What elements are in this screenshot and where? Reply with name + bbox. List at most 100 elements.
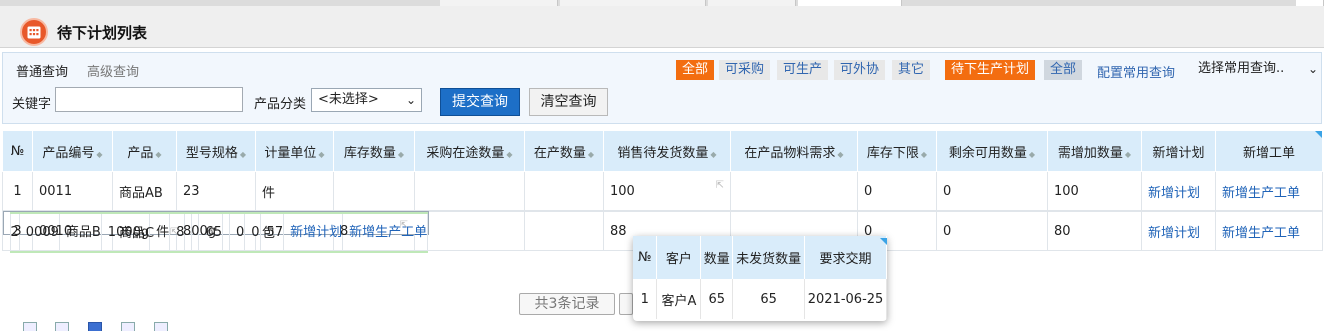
col-header[interactable]: 产品编号 ◆ bbox=[32, 130, 113, 172]
cell-unit: 件 bbox=[255, 171, 334, 211]
col-header-label: 新增计划 bbox=[1152, 145, 1205, 161]
page-titlebar: 待下计划列表 bbox=[0, 6, 1324, 48]
col-header[interactable]: 需增加数量 ◆ bbox=[1047, 130, 1142, 172]
col-header-label: 库存数量 bbox=[343, 145, 396, 161]
col-header[interactable]: 在产数量 ◆ bbox=[524, 130, 604, 172]
col-header-label: 在产数量 bbox=[533, 145, 586, 161]
clear-query-button[interactable]: 清空查询 bbox=[529, 88, 608, 116]
cell-index: 1 bbox=[2, 171, 33, 211]
keyword-label: 关键字 bbox=[12, 97, 52, 112]
popup-cell: 2021-06-25 bbox=[804, 279, 887, 319]
col-header[interactable]: 产品 ◆ bbox=[112, 130, 177, 172]
filter-producible[interactable]: 可生产 bbox=[777, 60, 829, 80]
category-label: 产品分类 bbox=[254, 97, 307, 112]
category-select[interactable]: <未选择> ⌄ bbox=[311, 88, 422, 112]
col-header-label: 产品编号 bbox=[42, 145, 95, 161]
popup-cell: 客户A bbox=[656, 279, 702, 319]
col-header[interactable]: 在产品物料需求 ◆ bbox=[730, 130, 858, 172]
add-plan-link[interactable]: 新增计划 bbox=[1141, 211, 1216, 251]
add-work-order-link[interactable]: 新增生产工单 bbox=[1215, 211, 1323, 251]
col-header-label: 产品 bbox=[127, 145, 154, 161]
popup-row[interactable]: 1 客户A 65 65 2021-06-25 bbox=[633, 279, 887, 319]
sort-icon: ◆ bbox=[920, 149, 928, 159]
col-header[interactable]: 销售待发货数量 ◆ bbox=[603, 130, 731, 172]
toolbar-icon[interactable] bbox=[23, 322, 37, 331]
chevron-down-icon: ⌄ bbox=[405, 93, 416, 107]
corner-marker-icon bbox=[880, 238, 887, 245]
filter-all[interactable]: 全部 bbox=[676, 60, 715, 80]
sort-icon: ◆ bbox=[837, 149, 844, 159]
keyword-input[interactable] bbox=[55, 87, 243, 112]
col-header[interactable]: 采购在途数量 ◆ bbox=[414, 130, 525, 172]
popup-col-header: 未发货数量 bbox=[732, 236, 806, 279]
page-title: 待下计划列表 bbox=[57, 24, 148, 42]
col-header-label: 计量单位 bbox=[264, 145, 317, 161]
filter-purchasable[interactable]: 可采购 bbox=[719, 60, 771, 80]
add-plan-link[interactable]: 新增计划 bbox=[1141, 171, 1216, 211]
sort-icon: ◆ bbox=[1028, 149, 1036, 159]
col-header-label: 型号规格 bbox=[185, 145, 238, 161]
popup-col-header: 客户 bbox=[656, 236, 702, 279]
cell-spec: 800g bbox=[176, 211, 256, 251]
col-header: 新增计划 bbox=[1141, 130, 1216, 172]
sort-icon: ◆ bbox=[96, 149, 103, 159]
col-header[interactable]: 型号规格 ◆ bbox=[176, 130, 256, 172]
popup-col-header: 要求交期 bbox=[804, 236, 887, 279]
cell-in-transit bbox=[414, 211, 525, 251]
filter-plan-all[interactable]: 全部 bbox=[1044, 60, 1083, 80]
cell-product: 商品C bbox=[112, 211, 177, 251]
table-row[interactable]: 1 0011 商品AB 23 件 100 ⇱ 0 0 100 新增计划 新增生产工… bbox=[2, 171, 1323, 211]
popup-cell: 65 bbox=[732, 279, 806, 319]
cell-stock bbox=[333, 171, 415, 211]
cell-in-production bbox=[524, 211, 604, 251]
cell-stock[interactable]: 8 ⇱ bbox=[333, 211, 415, 251]
col-header[interactable]: 计量单位 ◆ bbox=[255, 130, 334, 172]
filter-other[interactable]: 其它 bbox=[892, 60, 931, 80]
col-header: № bbox=[2, 130, 33, 172]
table-header-row: № 产品编号 ◆ 产品 ◆ 型号规格 ◆ 计量单位 ◆ 库存数量 ◆ 采购在途数量 ◆ 在产… bbox=[2, 130, 1323, 172]
col-header-label: 采购在途数量 bbox=[426, 145, 505, 161]
plan-table: № 产品编号 ◆ 产品 ◆ 型号规格 ◆ 计量单位 ◆ 库存数量 ◆ 采购在途数量 ◆ 在产… bbox=[2, 130, 1323, 253]
cell-needed: 100 bbox=[1047, 171, 1142, 211]
chevron-down-icon: ⌄ bbox=[1307, 62, 1318, 76]
page-size-button[interactable] bbox=[619, 293, 633, 315]
common-query-value: 选择常用查询.. bbox=[1198, 61, 1285, 76]
common-query-select[interactable]: 选择常用查询.. ⌄ bbox=[1192, 58, 1323, 82]
cell-index: 3 bbox=[2, 211, 33, 251]
cell-code: 0011 bbox=[32, 171, 113, 211]
col-header[interactable]: 库存下限 ◆ bbox=[857, 130, 937, 172]
popup-cell: 1 bbox=[633, 279, 658, 319]
sort-icon: ◆ bbox=[587, 149, 595, 159]
cell-pending-shipment[interactable]: 100 ⇱ bbox=[603, 171, 731, 211]
tab-basic-query[interactable]: 普通查询 bbox=[16, 61, 68, 80]
tab-advanced-query[interactable]: 高级查询 bbox=[87, 61, 139, 80]
col-header-label: 剩余可用数量 bbox=[948, 145, 1027, 161]
filter-outsourceable[interactable]: 可外协 bbox=[834, 60, 886, 80]
cell-unit: 包 bbox=[255, 211, 334, 251]
calendar-icon[interactable] bbox=[88, 322, 102, 331]
sort-icon: ◆ bbox=[318, 149, 325, 159]
add-work-order-link[interactable]: 新增生产工单 bbox=[1215, 171, 1323, 211]
cell-remaining: 0 bbox=[936, 171, 1048, 211]
sort-icon: ◆ bbox=[397, 149, 405, 159]
col-header[interactable]: 库存数量 ◆ bbox=[333, 130, 415, 172]
cell-needed: 80 bbox=[1047, 211, 1142, 251]
corner-marker-icon bbox=[1315, 131, 1322, 138]
sort-icon: ◆ bbox=[506, 149, 513, 159]
filter-pending-plan[interactable]: 待下生产计划 bbox=[945, 60, 1036, 80]
col-header[interactable]: 剩余可用数量 ◆ bbox=[936, 130, 1048, 172]
sort-icon: ◆ bbox=[155, 149, 162, 159]
cell-in-production bbox=[524, 171, 604, 211]
popup-table: № 客户 数量 未发货数量 要求交期 1 客户A 65 65 2021-06-2… bbox=[633, 236, 887, 319]
popup-header-row: № 客户 数量 未发货数量 要求交期 bbox=[633, 236, 887, 279]
cell-stock-min: 0 bbox=[857, 171, 937, 211]
submit-query-button[interactable]: 提交查询 bbox=[440, 88, 520, 116]
document-icon[interactable] bbox=[55, 322, 69, 331]
popup-cell: 65 bbox=[700, 279, 734, 319]
popup-link-icon[interactable]: ⇱ bbox=[716, 180, 724, 191]
image-icon[interactable] bbox=[154, 322, 168, 331]
popup-link-icon[interactable]: ⇱ bbox=[400, 220, 408, 231]
cell-in-transit bbox=[414, 171, 525, 211]
config-common-query-link[interactable]: 配置常用查询 bbox=[1097, 62, 1175, 81]
edit-icon[interactable] bbox=[121, 322, 135, 331]
